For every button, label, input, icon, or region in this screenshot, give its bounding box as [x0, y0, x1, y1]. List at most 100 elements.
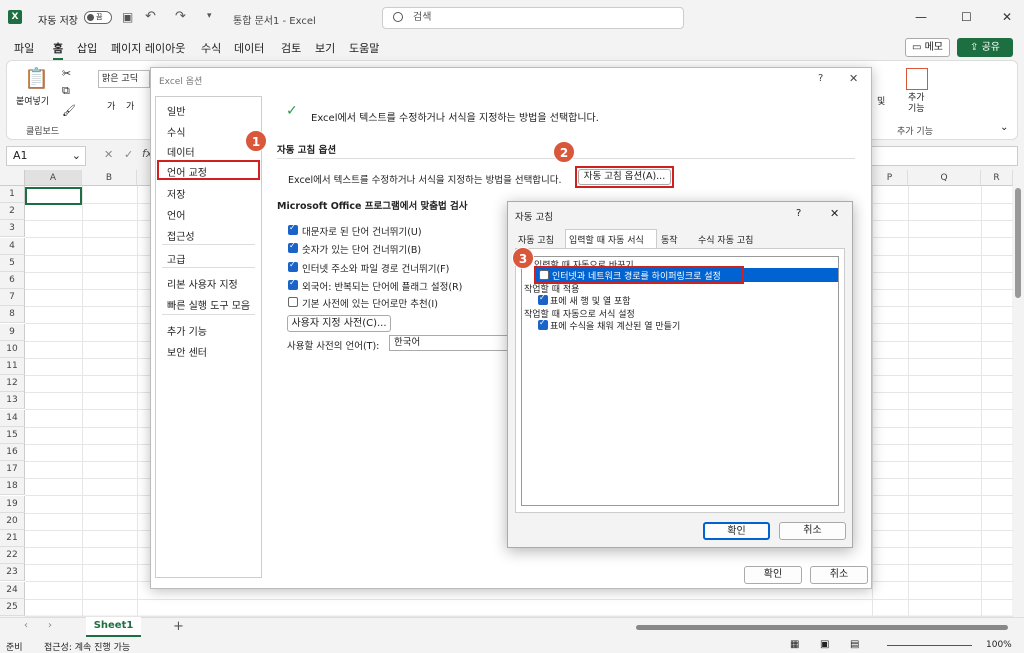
row-header[interactable]: 11 [0, 358, 25, 375]
addins-icon[interactable] [906, 68, 928, 90]
menu-file[interactable]: 파일 [14, 40, 34, 56]
horizontal-scrollbar[interactable] [636, 625, 1008, 630]
page-layout-view-icon[interactable]: ▣ [820, 639, 829, 650]
row-header[interactable]: 9 [0, 323, 25, 341]
prev-sheet-icon[interactable]: ‹ [24, 620, 28, 631]
nav-item-language[interactable]: 언어 [167, 207, 185, 222]
row-header[interactable]: 3 [0, 220, 25, 238]
row-header[interactable]: 5 [0, 254, 25, 272]
page-break-view-icon[interactable]: ▤ [850, 639, 859, 650]
column-header[interactable] [137, 170, 151, 186]
close-button[interactable]: ✕ [849, 72, 858, 85]
row-header[interactable]: 13 [0, 392, 25, 410]
menu-home[interactable]: 홈 [53, 40, 64, 60]
column-header[interactable]: A [25, 170, 82, 186]
nav-item-quick-access[interactable]: 빠른 실행 도구 모음 [167, 297, 250, 312]
tab-autocorrect[interactable]: 자동 고침 [518, 233, 554, 246]
row-header[interactable]: 2 [0, 203, 25, 221]
checkbox-ignore-internet[interactable] [288, 260, 298, 272]
format-painter-icon[interactable]: 🖌 [62, 104, 76, 117]
ribbon-collapse-icon[interactable]: ⌄ [1000, 122, 1008, 133]
name-box[interactable]: A1 ⌄ [6, 146, 86, 166]
next-sheet-icon[interactable]: › [48, 620, 52, 631]
column-header[interactable]: Q [908, 170, 981, 186]
search-box[interactable]: 검색 [382, 7, 684, 29]
nav-item-proofing[interactable]: 언어 교정 [167, 164, 207, 179]
nav-item-advanced[interactable]: 고급 [167, 251, 185, 266]
row-header[interactable]: 16 [0, 444, 25, 461]
paste-label[interactable]: 붙여넣기 [16, 94, 49, 107]
menu-view[interactable]: 보기 [315, 40, 335, 56]
autocorrect-cancel-button[interactable]: 취소 [779, 522, 846, 540]
font-name-box[interactable]: 맑은 고딕 [98, 70, 150, 88]
nav-item-accessibility[interactable]: 접근성 [167, 228, 195, 243]
share-button[interactable]: ⇪ 공유 [957, 38, 1013, 57]
memo-button[interactable]: ▭ 메모 [905, 38, 950, 57]
checkbox-ignore-numbers[interactable] [288, 241, 298, 253]
window-close-icon[interactable]: ✕ [1002, 10, 1012, 24]
nav-item-trust-center[interactable]: 보안 센터 [167, 344, 207, 359]
find-label[interactable]: 및 [877, 94, 885, 107]
row-header[interactable]: 21 [0, 530, 25, 547]
row-header[interactable]: 24 [0, 581, 25, 599]
nav-item-addins[interactable]: 추가 기능 [167, 323, 207, 338]
row-header[interactable]: 18 [0, 478, 25, 496]
custom-dictionaries-button[interactable]: 사용자 지정 사전(C)... [287, 315, 391, 332]
vertical-scrollbar[interactable] [1013, 170, 1024, 615]
maximize-icon[interactable]: ☐ [961, 10, 972, 24]
row-header[interactable]: 1 [0, 186, 25, 203]
tab-math-autocorrect[interactable]: 수식 자동 고침 [698, 233, 753, 246]
addins-label[interactable]: 추가 기능 [908, 93, 925, 115]
row-header[interactable]: 14 [0, 409, 25, 427]
row-header[interactable]: 17 [0, 461, 25, 479]
select-all-corner[interactable] [0, 170, 25, 186]
options-ok-button[interactable]: 확인 [744, 566, 802, 584]
zoom-slider[interactable] [887, 645, 972, 646]
row-header[interactable]: 20 [0, 512, 25, 530]
autocorrect-ok-button[interactable]: 확인 [703, 522, 770, 540]
autocorrect-help-button[interactable]: ? [796, 208, 801, 219]
normal-view-icon[interactable]: ▦ [790, 639, 799, 650]
row-header[interactable]: 7 [0, 289, 25, 307]
menu-formulas[interactable]: 수식 [201, 40, 221, 56]
nav-item-data[interactable]: 데이터 [167, 144, 195, 159]
row-header[interactable]: 6 [0, 272, 25, 289]
cancel-edit-icon[interactable]: ✕ [104, 148, 113, 161]
menu-help[interactable]: 도움말 [349, 40, 379, 56]
checkbox-include-new-rows[interactable] [538, 293, 548, 305]
column-header[interactable]: P [872, 170, 908, 186]
row-header[interactable]: 25 [0, 598, 25, 616]
menu-insert[interactable]: 삽입 [77, 40, 97, 56]
row-header[interactable]: 23 [0, 564, 25, 582]
sheet-tab[interactable]: Sheet1 [86, 617, 141, 637]
undo-icon[interactable]: ↶ [145, 9, 156, 24]
minimize-icon[interactable]: — [915, 10, 927, 24]
help-button[interactable]: ? [818, 73, 823, 84]
autocorrect-options-button[interactable]: 자동 고침 옵션(A)... [578, 169, 671, 185]
bold-icon[interactable]: 가 [107, 99, 115, 112]
row-header[interactable]: 8 [0, 306, 25, 324]
checkbox-ignore-uppercase[interactable] [288, 223, 298, 235]
menu-data[interactable]: 데이터 [234, 40, 264, 56]
checkbox-flag-repeated[interactable] [288, 278, 298, 290]
tab-actions[interactable]: 동작 [661, 233, 678, 246]
autosave-toggle[interactable]: 끔 [84, 11, 112, 24]
row-header[interactable]: 19 [0, 495, 25, 513]
options-cancel-button[interactable]: 취소 [810, 566, 868, 584]
zoom-level[interactable]: 100% [986, 640, 1012, 650]
save-icon[interactable]: ▣ [122, 10, 133, 24]
row-header[interactable]: 15 [0, 426, 25, 444]
nav-item-general[interactable]: 일반 [167, 103, 185, 118]
row-header[interactable]: 4 [0, 237, 25, 255]
menu-review[interactable]: 검토 [281, 40, 301, 56]
row-header[interactable]: 10 [0, 340, 25, 358]
copy-icon[interactable]: ⧉ [62, 84, 70, 98]
menu-page-layout[interactable]: 페이지 레이아웃 [111, 40, 185, 56]
add-sheet-button[interactable]: + [173, 619, 184, 634]
checkbox-main-dictionary[interactable] [288, 297, 298, 307]
checkbox-fill-formulas[interactable] [538, 318, 548, 330]
row-header[interactable]: 12 [0, 375, 25, 393]
dictionary-language-select[interactable]: 한국어 [389, 335, 514, 351]
paste-icon[interactable]: 📋 [24, 66, 49, 90]
redo-icon[interactable]: ↷ [175, 9, 186, 24]
